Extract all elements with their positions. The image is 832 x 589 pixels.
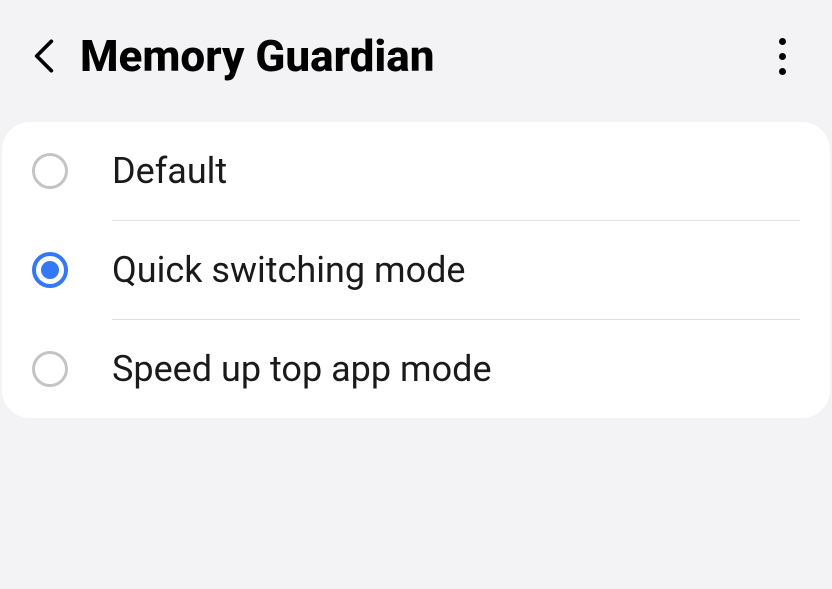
radio-default[interactable] [32, 153, 68, 189]
option-label: Default [112, 150, 227, 192]
back-button[interactable] [24, 36, 64, 76]
options-list: Default Quick switching mode Speed up to… [2, 122, 830, 418]
header: Memory Guardian [0, 0, 832, 122]
option-default[interactable]: Default [2, 122, 830, 220]
chevron-left-icon [33, 37, 55, 75]
more-options-button[interactable] [762, 36, 802, 76]
radio-quick-switching[interactable] [32, 252, 68, 288]
option-quick-switching[interactable]: Quick switching mode [2, 221, 830, 319]
radio-speed-up-top-app[interactable] [32, 351, 68, 387]
option-label: Quick switching mode [112, 249, 466, 291]
option-speed-up-top-app[interactable]: Speed up top app mode [2, 320, 830, 418]
more-vertical-icon [779, 38, 786, 45]
option-label: Speed up top app mode [112, 348, 492, 390]
page-title: Memory Guardian [80, 30, 762, 82]
